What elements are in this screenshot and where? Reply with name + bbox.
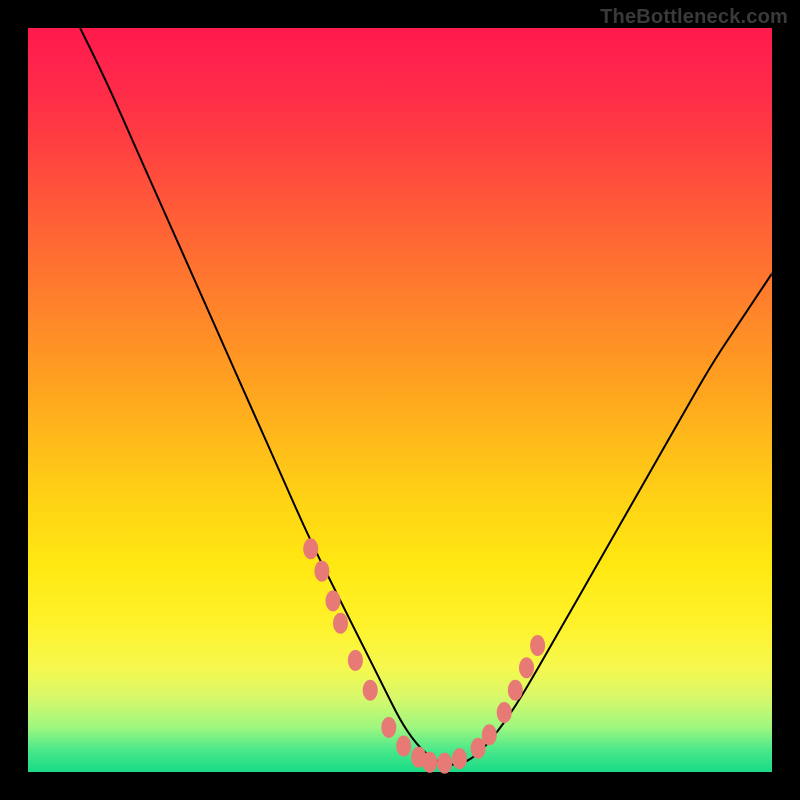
highlighted-dot [348, 650, 362, 670]
highlighted-dot [363, 680, 377, 700]
highlighted-dot [304, 539, 318, 559]
highlighted-dot [334, 613, 348, 633]
highlighted-dot [531, 636, 545, 656]
watermark-text: TheBottleneck.com [600, 6, 788, 29]
highlighted-dots-group [304, 539, 545, 773]
highlighted-dot [520, 658, 534, 678]
highlighted-dot [438, 753, 452, 773]
highlighted-dot [326, 591, 340, 611]
bottleneck-curve [80, 28, 772, 765]
highlighted-dot [397, 736, 411, 756]
chart-area [28, 28, 772, 772]
highlighted-dot [497, 703, 511, 723]
highlighted-dot [453, 749, 467, 769]
bottleneck-plot [28, 28, 772, 772]
highlighted-dot [471, 738, 485, 758]
highlighted-dot [315, 561, 329, 581]
highlighted-dot [423, 752, 437, 772]
highlighted-dot [382, 717, 396, 737]
highlighted-dot [482, 725, 496, 745]
highlighted-dot [508, 680, 522, 700]
